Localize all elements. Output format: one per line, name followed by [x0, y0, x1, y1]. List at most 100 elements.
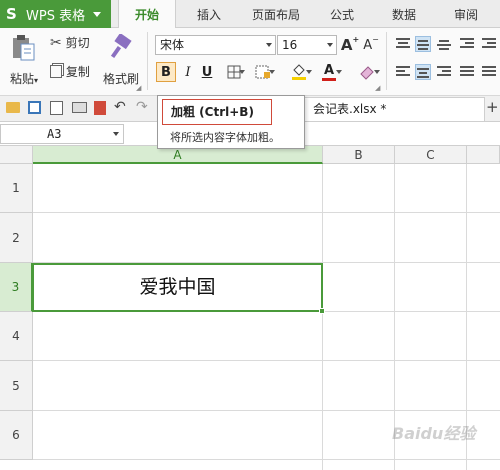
column-header-b[interactable]: B — [323, 146, 395, 164]
column-header-c[interactable]: C — [395, 146, 467, 164]
chevron-down-icon — [266, 43, 272, 47]
bold-button[interactable]: B — [156, 62, 176, 82]
copy-icon — [50, 65, 62, 78]
cell-a3[interactable]: 爱我中国 — [32, 263, 323, 312]
tab-data[interactable]: 数据 — [382, 0, 426, 28]
tab-page-layout[interactable]: 页面布局 — [244, 0, 308, 28]
font-color-icon: A — [323, 62, 335, 78]
chevron-down-icon — [113, 132, 119, 136]
redo-icon[interactable]: ↷ — [136, 99, 148, 115]
distributed-align-button[interactable] — [482, 66, 496, 78]
dialog-launcher-icon: ◢ — [136, 84, 142, 92]
new-tab-button[interactable]: + — [486, 98, 499, 116]
tab-home[interactable]: 开始 — [118, 0, 176, 29]
print-preview-icon[interactable] — [50, 101, 63, 115]
format-painter-icon — [110, 34, 132, 59]
tooltip-description: 将所选内容字体加粗。 — [170, 131, 280, 144]
row-header-3[interactable]: 3 — [0, 263, 33, 312]
app-menu-button[interactable]: S WPS 表格 — [0, 0, 111, 28]
align-middle-button[interactable] — [415, 36, 431, 52]
name-box-value: A3 — [47, 127, 62, 141]
underline-button[interactable]: U — [197, 62, 217, 82]
fill-color-button[interactable] — [286, 62, 312, 82]
grid-line — [33, 459, 500, 460]
print-icon[interactable] — [72, 102, 87, 113]
dialog-launcher-icon: ◢ — [375, 84, 381, 92]
font-size-select[interactable]: 16 — [277, 35, 337, 55]
superscript-minus-icon: − — [372, 34, 379, 44]
italic-button[interactable]: I — [178, 62, 198, 82]
align-center-button[interactable] — [415, 64, 431, 80]
align-right-button[interactable] — [437, 66, 451, 78]
shrink-font-icon: A — [363, 37, 373, 53]
italic-icon: I — [185, 64, 191, 80]
paste-button[interactable]: 粘贴▾ — [6, 34, 42, 90]
underline-icon: U — [201, 64, 213, 80]
chevron-down-icon — [327, 43, 333, 47]
row-header-2[interactable]: 2 — [0, 213, 33, 263]
app-name: WPS 表格 — [26, 8, 86, 24]
grid-line — [322, 164, 323, 470]
grid-line — [33, 212, 500, 213]
file-tab-name: 会记表.xlsx * — [313, 102, 387, 116]
row-header-6[interactable]: 6 — [0, 411, 33, 460]
copy-button[interactable]: 复制 — [50, 63, 100, 83]
chevron-down-icon — [239, 70, 245, 74]
grow-font-button[interactable]: A + — [341, 35, 359, 55]
grow-font-icon: A — [340, 36, 353, 54]
borders-button[interactable] — [222, 63, 246, 81]
chevron-down-icon — [306, 70, 312, 74]
export-pdf-icon[interactable] — [94, 101, 106, 115]
font-size-value: 16 — [282, 38, 298, 52]
column-header-d[interactable] — [467, 146, 500, 164]
name-box[interactable]: A3 — [0, 124, 124, 144]
menu-bar: S WPS 表格 开始 插入 页面布局 公式 数据 审阅 — [0, 0, 500, 29]
select-all-corner[interactable] — [0, 146, 33, 164]
tab-insert[interactable]: 插入 — [186, 0, 232, 28]
clear-format-button[interactable] — [354, 62, 380, 82]
decrease-indent-button[interactable] — [460, 38, 474, 50]
align-bottom-button[interactable] — [437, 38, 451, 50]
chevron-down-icon — [336, 70, 342, 74]
row-header-1[interactable]: 1 — [0, 164, 33, 213]
chevron-down-icon: ▾ — [34, 76, 39, 85]
cell-style-button[interactable] — [250, 63, 276, 81]
ribbon: 粘贴▾ ✂ 剪切 复制 格式刷 ◢ 宋体 16 A + A − B I U A … — [0, 28, 500, 96]
bold-tooltip: 加粗 (Ctrl+B) 将所选内容字体加粗。 — [157, 95, 305, 149]
paste-label: 粘贴 — [9, 72, 34, 86]
wps-logo-icon: S — [6, 5, 17, 23]
tooltip-title: 加粗 (Ctrl+B) — [162, 99, 272, 125]
paste-icon — [13, 35, 35, 61]
format-painter-button[interactable]: 格式刷 — [102, 34, 140, 90]
font-color-button[interactable]: A — [316, 62, 342, 82]
row-header-4[interactable]: 4 — [0, 312, 33, 361]
folder-icon[interactable] — [6, 102, 20, 113]
superscript-plus-icon: + — [352, 34, 360, 44]
watermark: Baidu经验 — [392, 424, 476, 443]
grid-line — [33, 360, 500, 361]
chevron-down-icon — [269, 70, 275, 74]
fill-handle[interactable] — [319, 308, 325, 314]
tab-review[interactable]: 审阅 — [444, 0, 488, 28]
undo-icon[interactable]: ↶ — [114, 99, 126, 115]
row-header-5[interactable]: 5 — [0, 361, 33, 411]
file-tab[interactable]: 会记表.xlsx * — [300, 97, 485, 121]
align-left-button[interactable] — [396, 66, 410, 78]
tab-formulas[interactable]: 公式 — [320, 0, 364, 28]
shrink-font-button[interactable]: A − — [362, 35, 380, 55]
chevron-down-icon — [93, 11, 102, 17]
increase-indent-button[interactable] — [482, 38, 496, 50]
eraser-icon — [360, 66, 374, 80]
font-name-select[interactable]: 宋体 — [155, 35, 276, 55]
align-top-button[interactable] — [396, 38, 410, 50]
format-painter-label: 格式刷 — [102, 72, 139, 86]
paint-bucket-icon — [292, 64, 306, 80]
justify-button[interactable] — [460, 66, 474, 78]
grid-line — [33, 410, 500, 411]
ribbon-separator — [386, 32, 387, 90]
save-icon[interactable] — [28, 101, 41, 114]
ribbon-separator — [147, 32, 148, 90]
chevron-down-icon — [374, 70, 380, 74]
copy-label: 复制 — [65, 65, 90, 79]
cut-button[interactable]: ✂ 剪切 — [50, 34, 100, 54]
